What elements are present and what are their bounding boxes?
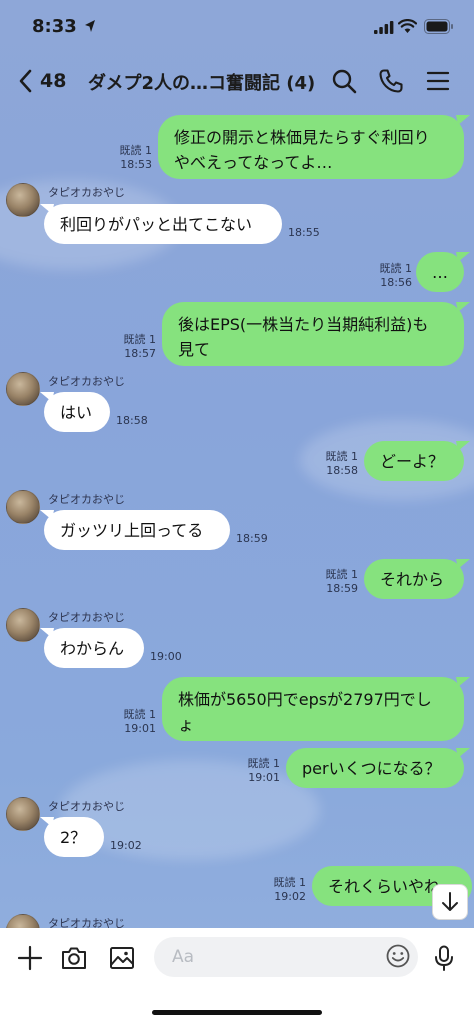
sender-name: タピオカおやじ — [48, 611, 125, 624]
avatar[interactable] — [6, 490, 40, 524]
input-bar: Aa — [0, 928, 474, 1024]
bubble-tail — [40, 510, 54, 520]
battery-icon — [424, 19, 453, 34]
read-receipt: 既読 1 — [123, 333, 157, 346]
bubble-tail — [40, 628, 54, 638]
status-bar: 8:33 — [0, 0, 474, 54]
message-time: 19:01 — [124, 722, 156, 735]
read-receipt: 既読 1 — [273, 876, 307, 889]
message-bubble[interactable]: 株価が5650円でepsが2797円でし ょ — [162, 677, 464, 741]
message-time: 19:01 — [248, 771, 280, 784]
read-receipt: 既読 1 — [325, 568, 359, 581]
read-receipt: 既読 1 — [119, 144, 153, 157]
bubble-tail — [456, 252, 470, 262]
message-bubble[interactable]: perいくつになる？ — [286, 748, 464, 788]
message-bubble[interactable]: 後はEPS(一株当たり当期純利益)も 見て — [162, 302, 464, 366]
bubble-tail — [456, 115, 470, 125]
signal-icon — [374, 21, 394, 34]
message-bubble[interactable]: どーよ？ — [364, 441, 464, 481]
message-time: 18:58 — [116, 414, 148, 427]
status-time: 8:33 — [32, 16, 77, 37]
back-button[interactable]: 48 — [18, 66, 66, 96]
location-arrow-icon — [85, 20, 95, 32]
chat-header: 48 ダメプ2人の…コ奮闘記 (4) — [0, 56, 474, 106]
avatar[interactable] — [6, 608, 40, 642]
wifi-icon — [398, 19, 417, 33]
message-time: 18:58 — [326, 464, 358, 477]
unread-count: 48 — [40, 70, 67, 92]
input-placeholder: Aa — [172, 947, 195, 967]
sender-name: タピオカおやじ — [48, 493, 125, 506]
read-receipt: 既読 1 — [379, 262, 413, 275]
message-time: 18:56 — [380, 276, 412, 289]
message-bubble[interactable]: それから — [364, 559, 464, 599]
message-time: 18:53 — [120, 158, 152, 171]
bubble-tail — [456, 677, 470, 687]
image-icon[interactable] — [108, 944, 136, 972]
message-bubble[interactable]: わからん — [44, 628, 144, 668]
back-icon — [19, 69, 32, 93]
read-receipt: 既読 1 — [247, 757, 281, 770]
camera-icon[interactable] — [60, 944, 88, 972]
sender-name: タピオカおやじ — [48, 917, 125, 928]
phone-icon[interactable] — [378, 68, 404, 94]
message-bubble[interactable]: ガッツリ上回ってる — [44, 510, 230, 550]
menu-icon[interactable] — [425, 68, 451, 94]
avatar[interactable] — [6, 183, 40, 217]
message-time: 18:57 — [124, 347, 156, 360]
chat-screen: 8:33 48 ダメプ2人の…コ奮闘記 (4) 既読 1 18:53 修正の開示… — [0, 0, 474, 1024]
bubble-tail — [456, 559, 470, 569]
message-bubble[interactable]: 修正の開示と株価見たらすぐ利回り やべえってなってよ… — [158, 115, 464, 179]
search-icon[interactable] — [331, 68, 357, 94]
bubble-tail — [456, 748, 470, 758]
plus-icon[interactable] — [16, 944, 44, 972]
sender-name: タピオカおやじ — [48, 800, 125, 813]
message-bubble[interactable]: 利回りがパッと出てこない — [44, 204, 282, 244]
sender-name: タピオカおやじ — [48, 186, 125, 199]
message-list: 既読 1 18:53 修正の開示と株価見たらすぐ利回り やべえってなってよ… タ… — [0, 100, 474, 928]
avatar[interactable] — [6, 372, 40, 406]
bubble-tail — [40, 392, 54, 402]
emoji-icon[interactable] — [384, 942, 412, 970]
bubble-tail — [456, 302, 470, 312]
avatar[interactable] — [6, 797, 40, 831]
message-time: 18:55 — [288, 226, 320, 239]
bubble-tail — [40, 204, 54, 214]
scroll-to-bottom-button[interactable] — [432, 884, 468, 920]
message-time: 18:59 — [236, 532, 268, 545]
home-indicator — [152, 1010, 322, 1015]
scroll-down-icon — [442, 892, 458, 911]
message-input[interactable]: Aa — [154, 937, 418, 977]
message-time: 19:00 — [150, 650, 182, 663]
message-time: 19:02 — [110, 839, 142, 852]
read-receipt: 既読 1 — [325, 450, 359, 463]
mic-icon[interactable] — [430, 944, 458, 972]
chat-title[interactable]: ダメプ2人の…コ奮闘記 (4) — [88, 69, 315, 95]
message-time: 19:02 — [274, 890, 306, 903]
avatar[interactable] — [6, 914, 40, 928]
bubble-tail — [40, 817, 54, 827]
read-receipt: 既読 1 — [123, 708, 157, 721]
message-time: 18:59 — [326, 582, 358, 595]
sender-name: タピオカおやじ — [48, 375, 125, 388]
bubble-tail — [456, 441, 470, 451]
